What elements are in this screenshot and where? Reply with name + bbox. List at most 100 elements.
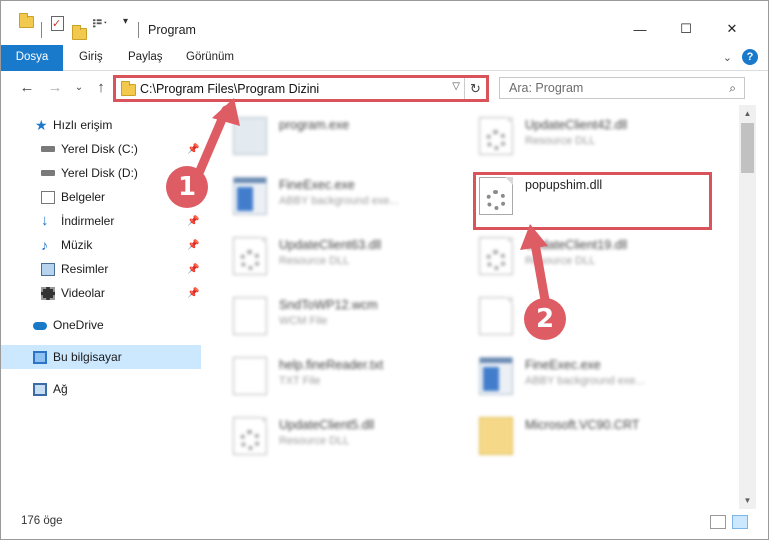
- minimize-button[interactable]: —: [617, 13, 663, 45]
- details-view-icon[interactable]: [710, 515, 726, 529]
- divider: [138, 22, 139, 38]
- file-description: Resource DLL: [525, 255, 596, 267]
- exe-icon: [479, 357, 513, 395]
- downloads-icon: ↓: [41, 211, 49, 229]
- file-item[interactable]: help.fineReader.txt TXT File: [217, 351, 457, 401]
- large-icons-view-icon[interactable]: [732, 515, 748, 529]
- file-item[interactable]: UpdateClient5.dll Resource DLL: [217, 411, 457, 461]
- title-bar: ✓ ▾ Program — ☐ ✕: [1, 1, 768, 45]
- ribbon-controls: ⌄ ?: [723, 49, 758, 65]
- dll-icon: [233, 237, 267, 275]
- file-item[interactable]: [463, 291, 703, 341]
- ribbon-tabs: Dosya Giriş Paylaş Görünüm ⌄ ?: [1, 45, 768, 95]
- file-name: FineExec.exe: [525, 358, 601, 372]
- file-item[interactable]: FineExec.exe ABBY background exe...: [217, 171, 457, 221]
- sidebar-item-label: Ağ: [53, 382, 68, 396]
- navigation-pane: ★ Hızlı erişim Yerel Disk (C:) 📌 Yerel D…: [1, 105, 206, 509]
- network-icon: [33, 382, 47, 396]
- navigation-bar: ← → ⌄ ↑ C:\Program Files\Program Dizini …: [1, 71, 768, 105]
- pin-icon: 📌: [187, 287, 200, 299]
- help-icon[interactable]: ?: [742, 49, 758, 65]
- divider: [41, 22, 42, 38]
- search-box[interactable]: Ara: Program ⌕: [499, 77, 745, 99]
- file-name: UpdateClient19.dll: [525, 238, 628, 252]
- status-bar: 176 öge: [1, 509, 768, 539]
- file-description: Resource DLL: [525, 135, 596, 147]
- sidebar-item-label: Belgeler: [61, 190, 106, 204]
- address-dropdown-icon[interactable]: ▽: [452, 81, 460, 92]
- new-folder-icon[interactable]: [72, 25, 87, 40]
- sidebar-item-this-pc[interactable]: Bu bilgisayar: [1, 345, 201, 369]
- pin-icon: 📌: [187, 215, 200, 227]
- sidebar-item-label: Bu bilgisayar: [53, 350, 122, 364]
- file-description: Resource DLL: [279, 255, 350, 267]
- file-name: FineExec.exe: [279, 178, 355, 192]
- folder-icon: [19, 13, 34, 28]
- scroll-down-icon[interactable]: ▼: [739, 492, 756, 509]
- file-item[interactable]: program.exe: [217, 111, 457, 161]
- exe-icon: [233, 177, 267, 215]
- sidebar-item-downloads[interactable]: ↓ İndirmeler 📌: [1, 209, 201, 233]
- up-button[interactable]: ↑: [91, 79, 111, 97]
- recent-locations-button[interactable]: ⌄: [69, 79, 89, 97]
- dll-icon: [479, 237, 513, 275]
- annotation-marker-2: 2: [524, 298, 566, 340]
- file-name: popupshim.dll: [525, 178, 603, 192]
- tab-view[interactable]: Görünüm: [176, 45, 244, 70]
- vertical-scrollbar[interactable]: ▲ ▼: [739, 105, 756, 509]
- text-file-icon: [233, 357, 267, 395]
- file-item[interactable]: UpdateClient19.dll Resource DLL: [463, 231, 703, 281]
- this-pc-icon: [33, 350, 47, 364]
- sidebar-item-label: Videolar: [61, 286, 105, 300]
- sidebar-item-label: Hızlı erişim: [53, 118, 113, 132]
- qat-dropdown-icon[interactable]: ▾: [123, 16, 128, 27]
- back-button[interactable]: ←: [17, 79, 37, 97]
- window-title: Program: [148, 23, 196, 37]
- chevron-down-icon[interactable]: ⌄: [723, 51, 732, 64]
- pin-icon: 📌: [187, 263, 200, 275]
- sidebar-item-label: OneDrive: [53, 318, 104, 332]
- search-icon[interactable]: ⌕: [729, 81, 736, 96]
- dll-icon: [479, 177, 513, 215]
- scroll-up-icon[interactable]: ▲: [739, 105, 756, 122]
- file-icon: [233, 297, 267, 335]
- maximize-button[interactable]: ☐: [663, 13, 709, 45]
- program-icon: [233, 117, 267, 155]
- sidebar-item-onedrive[interactable]: OneDrive: [1, 313, 201, 337]
- file-name: UpdateClient5.dll: [279, 418, 375, 432]
- customize-qat-icon[interactable]: [93, 16, 109, 30]
- tab-share[interactable]: Paylaş: [118, 45, 173, 70]
- file-name: program.exe: [279, 118, 350, 132]
- search-input[interactable]: Ara: Program: [509, 81, 583, 95]
- properties-check-icon[interactable]: ✓: [51, 16, 64, 31]
- scrollbar-thumb[interactable]: [741, 123, 754, 173]
- sidebar-item-music[interactable]: ♪ Müzik 📌: [1, 233, 201, 257]
- file-item[interactable]: UpdateClient63.dll Resource DLL: [217, 231, 457, 281]
- pin-icon: 📌: [187, 239, 200, 251]
- forward-button[interactable]: →: [45, 79, 65, 97]
- file-item[interactable]: FineExec.exe ABBY background exe...: [463, 351, 703, 401]
- file-item[interactable]: Microsoft.VC90.CRT: [463, 411, 703, 461]
- file-description: WCM File: [279, 315, 328, 327]
- address-path[interactable]: C:\Program Files\Program Dizini: [140, 82, 319, 96]
- sidebar-item-quick-access[interactable]: ★ Hızlı erişim: [1, 113, 201, 137]
- file-icon: [479, 297, 513, 335]
- refresh-button[interactable]: ↻: [464, 78, 486, 99]
- star-icon: ★: [35, 116, 48, 133]
- file-item[interactable]: UpdateClient42.dll Resource DLL: [463, 111, 703, 161]
- sidebar-item-videos[interactable]: Videolar 📌: [1, 281, 201, 305]
- file-name: help.fineReader.txt: [279, 358, 384, 372]
- file-name: Microsoft.VC90.CRT: [525, 418, 640, 432]
- drive-icon: [41, 170, 55, 176]
- drive-icon: [41, 146, 55, 152]
- address-bar[interactable]: C:\Program Files\Program Dizini ▽ ↻: [113, 75, 489, 102]
- sidebar-item-label: Müzik: [61, 238, 93, 252]
- file-item-popupshim[interactable]: popupshim.dll: [463, 171, 703, 221]
- file-item[interactable]: SndToWP12.wcm WCM File: [217, 291, 457, 341]
- close-button[interactable]: ✕: [709, 13, 755, 45]
- sidebar-item-pictures[interactable]: Resimler 📌: [1, 257, 201, 281]
- file-description: Resource DLL: [279, 435, 350, 447]
- sidebar-item-local-disk-c[interactable]: Yerel Disk (C:) 📌: [1, 137, 201, 161]
- sidebar-item-network[interactable]: Ağ: [1, 377, 201, 401]
- tab-home[interactable]: Giriş: [69, 45, 113, 70]
